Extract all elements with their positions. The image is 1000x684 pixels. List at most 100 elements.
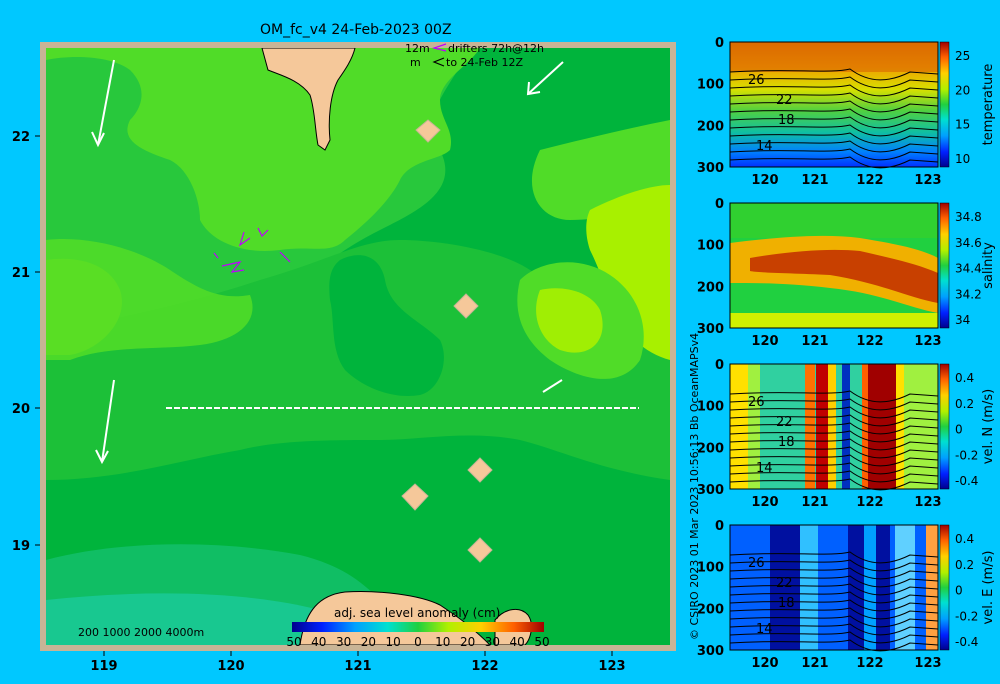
- section-ylabel: temperature: [981, 64, 996, 146]
- contour-label: 14: [756, 139, 773, 154]
- colorbar-tick-label: 10: [386, 635, 401, 649]
- contour-label: 22: [776, 415, 793, 430]
- section-y-tick: 200: [697, 602, 724, 617]
- section-colorbar-tick: 0.4: [955, 371, 974, 385]
- section-colorbar: [939, 363, 950, 490]
- contour-label: 18: [778, 596, 795, 611]
- section-colorbar-tick: 34.2: [955, 287, 982, 301]
- colorbar-tick-label: 40: [510, 635, 525, 649]
- map-y-tick-label: 19: [12, 539, 30, 554]
- depth-labels: 200 1000 2000 4000m: [78, 626, 204, 639]
- section-y-tick: 300: [697, 161, 724, 176]
- forecast-figure: 12m drifters 72h@12h m to 24-Feb 12Z OM_…: [0, 0, 1000, 680]
- section-x-tick: 121: [801, 334, 828, 349]
- section-x-tick: 122: [856, 173, 883, 188]
- section-colorbar-tick: 34: [955, 313, 970, 327]
- figure-title: OM_fc_v4 24-Feb-2023 00Z: [260, 22, 452, 38]
- section-colorbar-tick: 0: [955, 584, 963, 598]
- section-panel: 26 22 18 14 0 100 200 300 120 121 122 123 0.4 0.2 0 -0.…: [697, 358, 996, 510]
- warm-layer: [730, 42, 938, 72]
- section-x-tick: 120: [751, 495, 778, 510]
- section-x-tick: 120: [751, 334, 778, 349]
- colorbar-gradient: [292, 622, 544, 632]
- colorbar-tick-label: 50: [286, 635, 301, 649]
- section-colorbar-tick: 34.4: [955, 262, 982, 276]
- section-y-tick: 200: [697, 441, 724, 456]
- salinity-surface: [730, 203, 938, 238]
- colorbar-tick-label: 20: [361, 635, 376, 649]
- velocity-band: [800, 525, 818, 650]
- section-colorbar: [939, 41, 950, 168]
- section-colorbar-tick: 0.4: [955, 532, 974, 546]
- map-x-tick-label: 122: [471, 659, 498, 674]
- contour-label: 22: [776, 93, 793, 108]
- section-colorbar-tick: 34.8: [955, 210, 982, 224]
- figure-svg: 12m drifters 72h@12h m to 24-Feb 12Z OM_…: [12, 22, 996, 674]
- colorbar-tick-label: 20: [460, 635, 475, 649]
- contour-label: 18: [778, 113, 795, 128]
- section-x-tick: 123: [914, 334, 941, 349]
- velocity-band: [926, 525, 938, 650]
- section-colorbar-tick: 0.2: [955, 397, 974, 411]
- section-x-tick: 121: [801, 656, 828, 671]
- section-y-tick: 100: [697, 561, 724, 576]
- map-panel: 12m drifters 72h@12h m to 24-Feb 12Z OM_…: [12, 22, 676, 674]
- map-y-tick-label: 20: [12, 402, 30, 417]
- section-colorbar-tick: -0.2: [955, 609, 978, 623]
- salinity-deep: [730, 313, 938, 328]
- section-y-tick: 100: [697, 239, 724, 254]
- colorbar-tick-label: 30: [336, 635, 351, 649]
- section-ylabel: salinity: [981, 242, 996, 289]
- contour-label: 22: [776, 576, 793, 591]
- section-y-tick: 0: [715, 36, 724, 51]
- section-ylabel: vel. N (m/s): [981, 389, 996, 464]
- section-colorbar-tick: -0.2: [955, 448, 978, 462]
- colorbar-tick-label: 50: [534, 635, 549, 649]
- section-colorbar-tick: -0.4: [955, 474, 978, 488]
- drifter-depth-2: m: [410, 56, 421, 69]
- section-x-tick: 120: [751, 173, 778, 188]
- section-panels: 26 22 18 14 0 100 200 300 120 121 122 123 25 20 15 10 te…: [697, 36, 996, 671]
- colorbar-ticks: 50 40 30 20 10 0 10 20 30 40 50: [286, 635, 549, 649]
- section-y-tick: 100: [697, 78, 724, 93]
- colorbar-tick-label: 40: [311, 635, 326, 649]
- section-x-tick: 123: [914, 656, 941, 671]
- section-ylabel: vel. E (m/s): [981, 551, 996, 625]
- velocity-band: [805, 364, 815, 489]
- velocity-band: [730, 364, 748, 489]
- map-y-tick-label: 22: [12, 130, 30, 145]
- contour-label: 14: [756, 461, 773, 476]
- section-colorbar-tick: 34.6: [955, 236, 982, 250]
- map-region: [46, 138, 119, 188]
- section-colorbar-tick: 0: [955, 423, 963, 437]
- map-x-tick-label: 121: [344, 659, 371, 674]
- contour-label: 26: [748, 395, 765, 410]
- velocity-band: [868, 364, 896, 489]
- section-y-tick: 300: [697, 644, 724, 659]
- drifter-to-label: to 24-Feb 12Z: [446, 56, 523, 69]
- section-x-tick: 123: [914, 495, 941, 510]
- section-y-tick: 200: [697, 119, 724, 134]
- section-y-tick: 100: [697, 400, 724, 415]
- map-x-tick-label: 119: [90, 659, 117, 674]
- colorbar-tick-label: 0: [414, 635, 422, 649]
- section-x-tick: 121: [801, 173, 828, 188]
- section-y-tick: 0: [715, 358, 724, 373]
- colorbar-tick-label: 30: [485, 635, 500, 649]
- velocity-band: [864, 525, 876, 650]
- section-panel: 26 22 18 14 0 100 200 300 120 121 122 123 0.4 0.2 0 -0.…: [697, 519, 996, 671]
- velocity-band: [828, 364, 836, 489]
- contour-label: 14: [756, 622, 773, 637]
- map-x-tick-label: 123: [598, 659, 625, 674]
- drifter-depth: 12m: [405, 42, 430, 55]
- section-y-tick: 300: [697, 322, 724, 337]
- colorbar-tick-label: 10: [435, 635, 450, 649]
- section-x-tick: 121: [801, 495, 828, 510]
- section-y-tick: 200: [697, 280, 724, 295]
- section-y-tick: 300: [697, 483, 724, 498]
- map-y-tick-label: 21: [12, 266, 30, 281]
- drifter-legend-label: drifters 72h@12h: [448, 42, 544, 55]
- section-colorbar: [939, 524, 950, 651]
- section-colorbar-tick: -0.4: [955, 635, 978, 649]
- section-panel: 26 22 18 14 0 100 200 300 120 121 122 123 25 20 15 10 te…: [697, 36, 996, 188]
